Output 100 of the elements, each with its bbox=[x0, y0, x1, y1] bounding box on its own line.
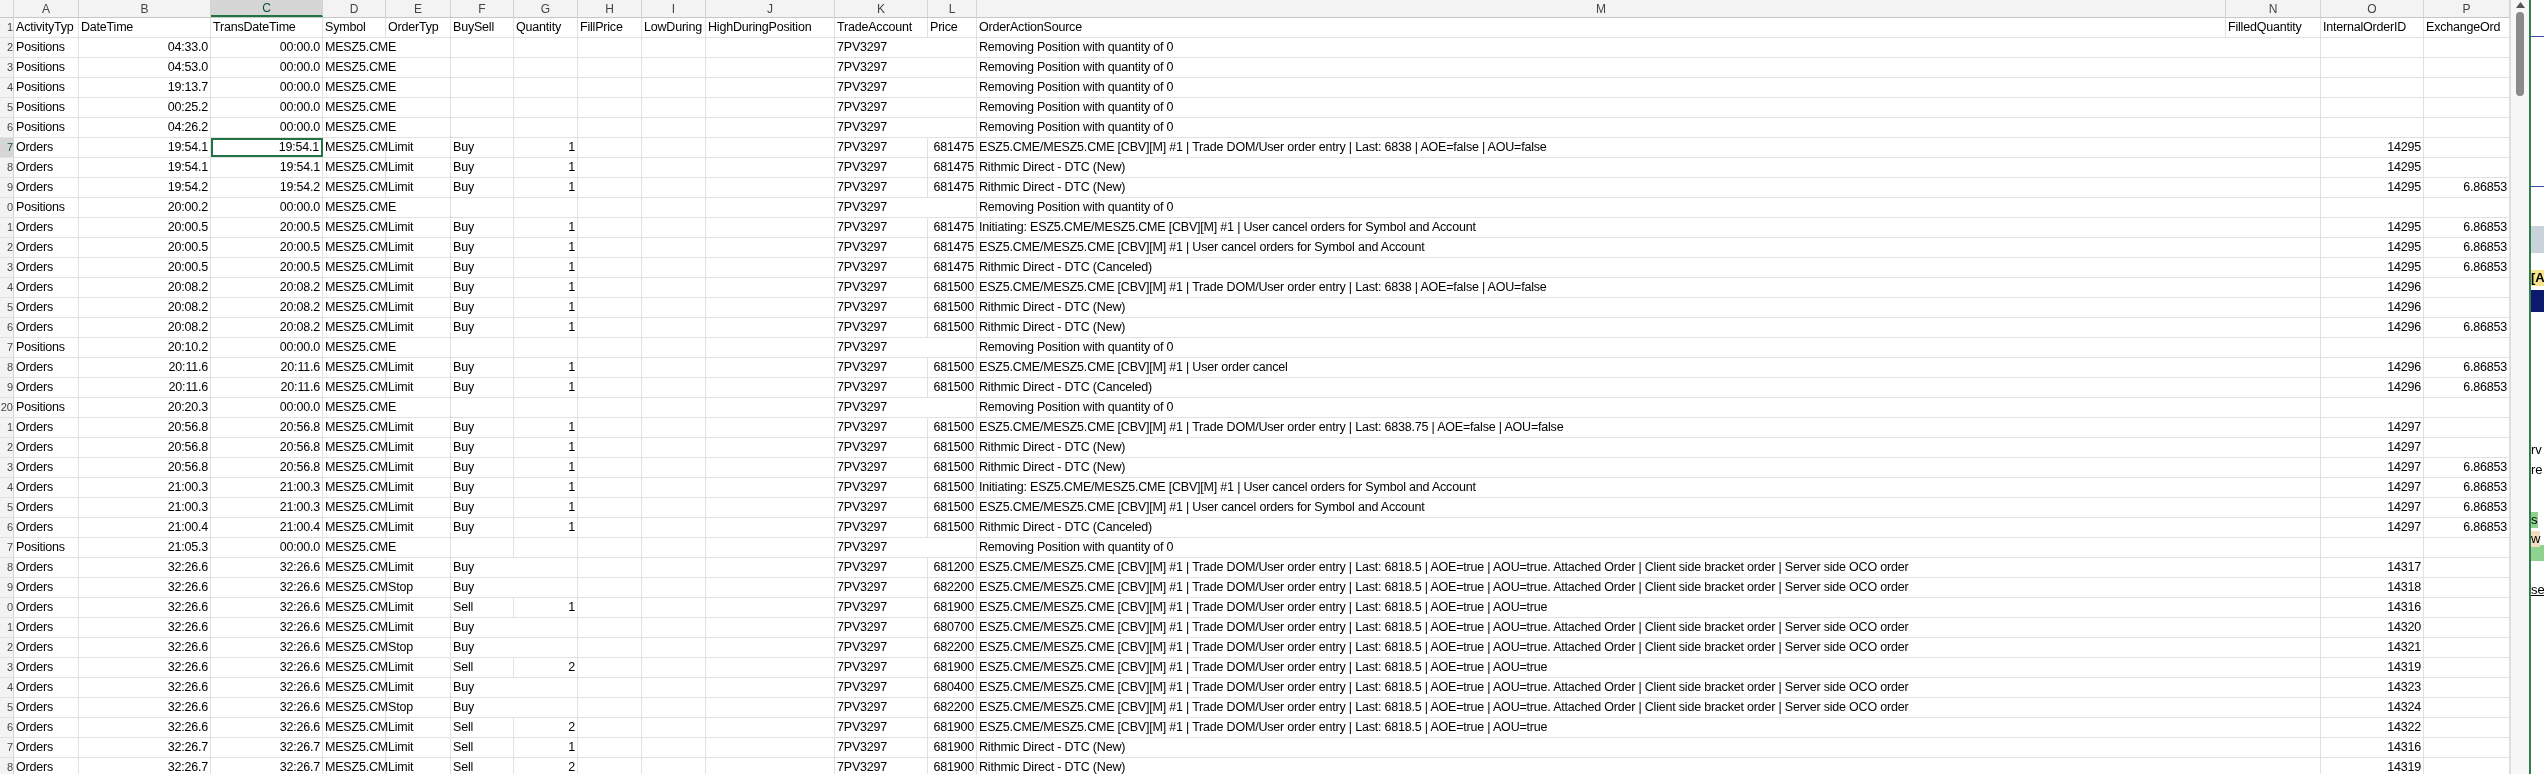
row-number[interactable]: 4 bbox=[0, 278, 14, 297]
table-cell: 681500 bbox=[928, 418, 977, 437]
row-number[interactable]: 9 bbox=[0, 578, 14, 597]
table-cell: 32:26.6 bbox=[79, 698, 211, 717]
row-number[interactable]: 3 bbox=[0, 458, 14, 477]
table-cell: 681475 bbox=[928, 258, 977, 277]
table-cell: Orders bbox=[14, 718, 79, 737]
table-cell: Removing Position with quantity of 0 bbox=[977, 538, 2321, 557]
row-number[interactable]: 2 bbox=[0, 238, 14, 257]
table-cell: 20:11.6 bbox=[79, 378, 211, 397]
table-cell: Buy bbox=[451, 678, 578, 697]
column-letter-header[interactable]: D bbox=[323, 0, 386, 17]
table-cell: 7PV3297 bbox=[835, 98, 977, 117]
table-cell: Limit bbox=[386, 718, 451, 737]
vertical-scrollbar[interactable] bbox=[2510, 0, 2529, 774]
table-cell: 14317 bbox=[2321, 558, 2424, 577]
table-cell: ESZ5.CME/MESZ5.CME [CBV][M] #1 | Trade DOM/User order entry | Last: 6818.5 | AOE=true | AOU=true. Attached Order | Client side bracket order | Server side OCO order bbox=[977, 558, 2321, 577]
table-cell: 681475 bbox=[928, 218, 977, 237]
table-cell: Limit bbox=[386, 438, 451, 457]
row-number[interactable]: 2 bbox=[0, 438, 14, 457]
row-number[interactable]: 8 bbox=[0, 158, 14, 177]
column-letter-header[interactable]: E bbox=[386, 0, 451, 17]
table-cell: 681475 bbox=[928, 178, 977, 197]
row-number[interactable]: 6 bbox=[0, 318, 14, 337]
row-number[interactable]: 1 bbox=[0, 18, 14, 37]
row-number[interactable]: 3 bbox=[0, 658, 14, 677]
column-letter-header[interactable]: N bbox=[2226, 0, 2321, 17]
column-letter-header[interactable]: L bbox=[928, 0, 977, 17]
table-cell: Buy bbox=[451, 458, 514, 477]
scroll-up-icon[interactable] bbox=[2515, 2, 2525, 8]
row-number[interactable]: 7 bbox=[0, 138, 14, 157]
table-cell: 20:08.2 bbox=[79, 318, 211, 337]
row-number[interactable]: 6 bbox=[0, 118, 14, 137]
row-number[interactable]: 1 bbox=[0, 618, 14, 637]
table-cell: MESZ5.CM bbox=[323, 498, 386, 517]
table-cell: 7PV3297 bbox=[835, 618, 928, 637]
row-number[interactable]: 8 bbox=[0, 758, 14, 774]
row-number[interactable]: 0 bbox=[0, 198, 14, 217]
row-number[interactable]: 6 bbox=[0, 718, 14, 737]
table-cell: MESZ5.CME bbox=[323, 118, 451, 137]
row-number[interactable]: 2 bbox=[0, 638, 14, 657]
table-cell: Limit bbox=[386, 518, 451, 537]
row-number[interactable]: 7 bbox=[0, 538, 14, 557]
column-letter-header[interactable]: G bbox=[514, 0, 578, 17]
table-cell: 20:56.8 bbox=[79, 438, 211, 457]
column-letter-header[interactable]: C bbox=[211, 0, 323, 17]
table-cell: 32:26.6 bbox=[211, 638, 323, 657]
row-number[interactable]: 7 bbox=[0, 738, 14, 757]
table-cell: 14295 bbox=[2321, 178, 2424, 197]
row-number[interactable]: 5 bbox=[0, 498, 14, 517]
column-letter-header[interactable]: O bbox=[2321, 0, 2424, 17]
table-cell: Positions bbox=[14, 78, 79, 97]
column-letter-header[interactable]: H bbox=[578, 0, 642, 17]
column-letter-header[interactable]: K bbox=[835, 0, 928, 17]
row-number[interactable]: 5 bbox=[0, 98, 14, 117]
column-letter-header[interactable]: A bbox=[14, 0, 79, 17]
table-cell: 1 bbox=[514, 218, 578, 237]
row-number[interactable]: 8 bbox=[0, 558, 14, 577]
column-letter-header[interactable]: M bbox=[977, 0, 2226, 17]
table-cell: 20:56.8 bbox=[211, 418, 323, 437]
row-number[interactable]: 20 bbox=[0, 398, 14, 417]
table-cell: MESZ5.CM bbox=[323, 718, 386, 737]
row-number[interactable]: 9 bbox=[0, 378, 14, 397]
table-cell: Sell bbox=[451, 658, 514, 677]
table-cell: Rithmic Direct - DTC (Canceled) bbox=[977, 518, 2321, 537]
row-number[interactable]: 6 bbox=[0, 518, 14, 537]
row-number[interactable]: 3 bbox=[0, 58, 14, 77]
row-number[interactable]: 3 bbox=[0, 258, 14, 277]
table-cell: 681500 bbox=[928, 278, 977, 297]
row-number[interactable]: 7 bbox=[0, 338, 14, 357]
table-cell: 681500 bbox=[928, 298, 977, 317]
row-number[interactable]: 5 bbox=[0, 298, 14, 317]
table-cell: MESZ5.CM bbox=[323, 618, 386, 637]
table-cell: MESZ5.CM bbox=[323, 278, 386, 297]
row-number[interactable]: 1 bbox=[0, 218, 14, 237]
table-cell: 20:56.8 bbox=[79, 418, 211, 437]
row-number[interactable]: 8 bbox=[0, 358, 14, 377]
table-cell: Limit bbox=[386, 758, 451, 774]
column-letter-header[interactable]: J bbox=[706, 0, 835, 17]
table-cell: 32:26.7 bbox=[211, 738, 323, 757]
panel-bar bbox=[2531, 545, 2544, 561]
row-number[interactable]: 1 bbox=[0, 418, 14, 437]
table-cell: Initiating: ESZ5.CME/MESZ5.CME [CBV][M] #1 | User cancel orders for Symbol and Account bbox=[977, 478, 2321, 497]
row-number[interactable]: 9 bbox=[0, 178, 14, 197]
table-cell: Rithmic Direct - DTC (New) bbox=[977, 298, 2321, 317]
table-cell: Orders bbox=[14, 298, 79, 317]
row-number[interactable]: 4 bbox=[0, 478, 14, 497]
table-cell: Buy bbox=[451, 558, 578, 577]
row-number[interactable]: 4 bbox=[0, 78, 14, 97]
row-number[interactable]: 0 bbox=[0, 598, 14, 617]
column-letter-header[interactable]: F bbox=[451, 0, 514, 17]
table-cell: MESZ5.CME bbox=[323, 58, 451, 77]
table-cell: Orders bbox=[14, 638, 79, 657]
column-letter-header[interactable]: I bbox=[642, 0, 706, 17]
table-cell: ESZ5.CME/MESZ5.CME [CBV][M] #1 | User order cancel bbox=[977, 358, 2321, 377]
row-number[interactable]: 4 bbox=[0, 678, 14, 697]
table-cell: Positions bbox=[14, 398, 79, 417]
row-number[interactable]: 2 bbox=[0, 38, 14, 57]
scrollbar-thumb[interactable] bbox=[2516, 12, 2524, 96]
row-number[interactable]: 5 bbox=[0, 698, 14, 717]
